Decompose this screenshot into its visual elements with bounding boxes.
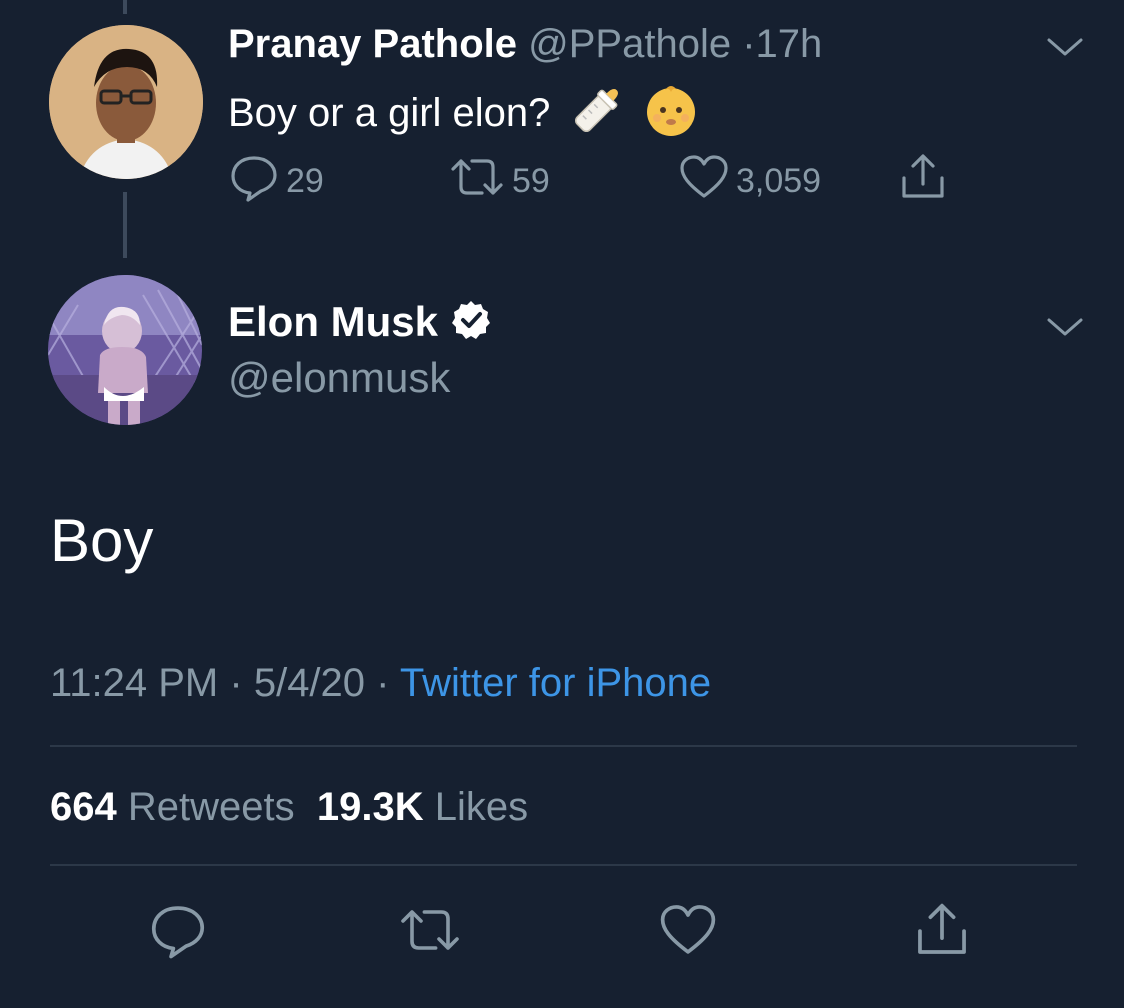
heart-icon xyxy=(678,154,730,209)
likes-label: Likes xyxy=(434,785,529,829)
share-icon xyxy=(898,152,948,211)
tweet-date: 5/4/20 xyxy=(253,661,366,705)
share-button[interactable] xyxy=(910,900,974,964)
author-handle[interactable]: @PPathole xyxy=(528,22,731,66)
retweet-count: 59 xyxy=(512,161,550,200)
chevron-down-icon[interactable] xyxy=(1045,34,1085,60)
retweet-icon xyxy=(397,903,463,962)
likes-link[interactable]: 19.3K Likes xyxy=(317,785,528,829)
reply-tweet-text: Boy or a girl elon? xyxy=(228,82,699,149)
chevron-down-icon[interactable] xyxy=(1045,314,1085,340)
retweet-icon xyxy=(448,153,506,210)
like-button[interactable] xyxy=(656,900,720,964)
separator: · xyxy=(376,661,390,705)
like-total: 19.3K xyxy=(316,785,424,829)
thread-connector-line xyxy=(123,0,127,14)
author-name[interactable]: Pranay Pathole xyxy=(228,22,517,66)
reply-button[interactable]: 29 xyxy=(228,155,324,206)
retweets-label: Retweets xyxy=(127,785,295,829)
author-handle[interactable]: @elonmusk xyxy=(228,352,450,404)
verified-badge-icon xyxy=(450,299,492,346)
tweet-time: 11:24 PM xyxy=(50,661,219,705)
baby-face-icon xyxy=(643,82,699,149)
heart-icon xyxy=(658,903,718,962)
separator: · xyxy=(229,661,243,705)
tweet-source-link[interactable]: Twitter for iPhone xyxy=(400,661,711,705)
reply-tweet-header: Pranay Pathole @PPathole ·17h xyxy=(228,20,822,68)
comment-icon xyxy=(228,152,280,211)
thread-connector-line xyxy=(123,192,127,258)
tweet-thread-screen: Pranay Pathole @PPathole ·17h Boy or a g… xyxy=(0,0,1124,1008)
retweet-button[interactable] xyxy=(398,900,462,964)
engagement-counts: 664 Retweets 19.3K Likes xyxy=(50,782,528,832)
like-count: 3,059 xyxy=(736,161,822,200)
tweet-text: Boy xyxy=(50,507,154,574)
tweet-text: Boy or a girl elon? xyxy=(228,91,551,136)
retweets-link[interactable]: 664 Retweets xyxy=(50,785,295,829)
share-button[interactable] xyxy=(898,153,948,206)
reply-button[interactable] xyxy=(146,900,210,964)
reply-tweet-actions: 29 59 3,059 xyxy=(228,153,958,209)
share-icon xyxy=(913,901,971,964)
avatar[interactable] xyxy=(48,275,202,425)
like-button[interactable]: 3,059 xyxy=(678,154,822,209)
divider xyxy=(50,864,1077,866)
main-tweet-author: Elon Musk xyxy=(228,296,492,348)
avatar[interactable] xyxy=(49,25,203,179)
retweet-button[interactable]: 59 xyxy=(448,156,550,206)
separator: · xyxy=(742,22,756,66)
timestamp: 17h xyxy=(755,22,823,66)
baby-bottle-icon xyxy=(568,82,626,149)
tweet-timestamp: 11:24 PM · 5/4/20 · Twitter for iPhone xyxy=(50,658,711,708)
comment-icon xyxy=(148,901,208,964)
retweet-total: 664 xyxy=(50,785,117,829)
author-name[interactable]: Elon Musk xyxy=(228,296,438,348)
reply-count: 29 xyxy=(286,161,324,200)
divider xyxy=(50,745,1077,747)
